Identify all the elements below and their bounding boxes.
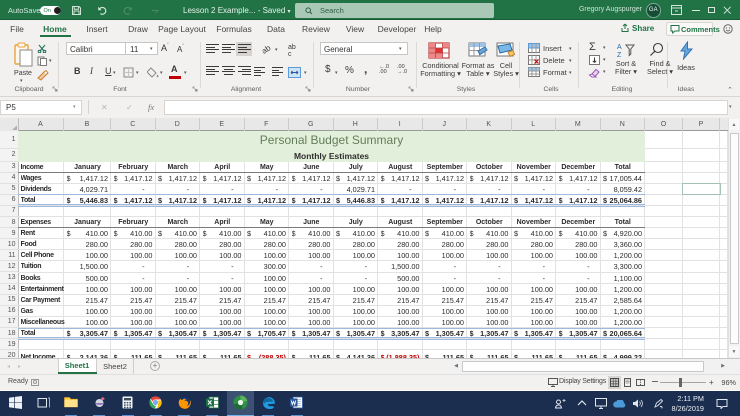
svg-text:Z: Z	[617, 52, 622, 58]
svg-text:A: A	[617, 44, 622, 51]
